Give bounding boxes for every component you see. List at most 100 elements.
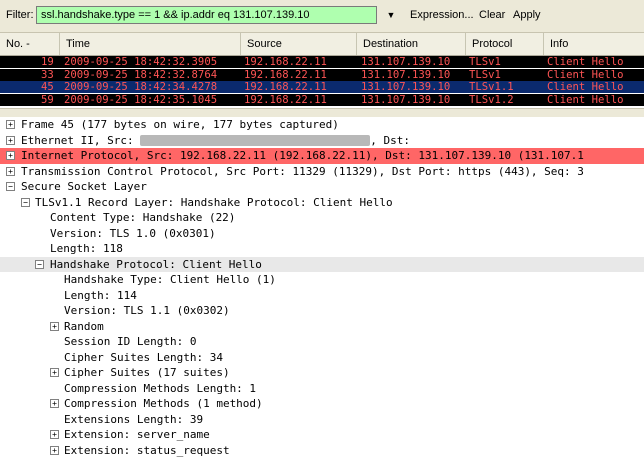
tree-item-extensions-length[interactable]: Extensions Length: 39 — [0, 412, 644, 428]
cell-protocol: TLSv1.2 — [469, 93, 514, 106]
cell-source: 192.168.22.11 — [244, 93, 327, 106]
clear-button[interactable]: Clear — [479, 9, 505, 21]
column-label: No. - — [6, 38, 30, 50]
tree-item-label: Frame 45 (177 bytes on wire, 177 bytes c… — [21, 118, 339, 131]
tree-item-content-type[interactable]: Content Type: Handshake (22) — [0, 210, 644, 226]
expand-icon[interactable]: + — [6, 166, 15, 176]
tree-item-label: Cipher Suites Length: 34 — [64, 350, 223, 364]
column-header-time[interactable]: Time — [60, 33, 241, 55]
tree-item-label: Handshake Protocol: Client Hello — [50, 257, 262, 271]
tree-item-ethernet[interactable]: + Ethernet II, Src: , Dst: — [0, 133, 644, 149]
column-header-destination[interactable]: Destination — [357, 33, 466, 55]
expression-button[interactable]: Expression... — [410, 9, 474, 21]
cell-time: 2009-09-25 18:42:32.3905 — [64, 56, 218, 68]
tree-item-label: Content Type: Handshake (22) — [50, 211, 236, 224]
tree-item-frame[interactable]: + Frame 45 (177 bytes on wire, 177 bytes… — [0, 117, 644, 133]
tree-item-label: Transmission Control Protocol, Src Port:… — [21, 164, 584, 178]
tree-item-label: Random — [64, 319, 104, 333]
tree-item-label: Version: TLS 1.1 (0x0302) — [64, 304, 230, 317]
expand-icon[interactable]: + — [50, 430, 59, 439]
column-label: Time — [66, 38, 91, 50]
collapse-icon[interactable]: − — [6, 182, 15, 191]
display-filter-input[interactable] — [36, 6, 377, 24]
packet-row[interactable]: 33 2009-09-25 18:42:32.8764 192.168.22.1… — [0, 68, 644, 81]
expand-icon[interactable]: + — [50, 399, 59, 408]
tree-item-ssl[interactable]: − Secure Socket Layer — [0, 179, 644, 195]
redacted-mac — [140, 135, 371, 146]
cell-source: 192.168.22.11 — [244, 56, 327, 68]
tree-item-label: Extensions Length: 39 — [64, 412, 204, 426]
tree-item-label: TLSv1.1 Record Layer: Handshake Protocol… — [35, 195, 393, 209]
tree-item-label: Length: 114 — [64, 288, 137, 302]
packet-row-selected[interactable]: 45 2009-09-25 18:42:34.4278 192.168.22.1… — [0, 81, 644, 93]
tree-item-label: Version: TLS 1.0 (0x0301) — [50, 226, 216, 240]
tree-item-session-id[interactable]: Session ID Length: 0 — [0, 334, 644, 350]
column-header-protocol[interactable]: Protocol — [466, 33, 544, 55]
packet-list: 19 2009-09-25 18:42:32.3905 192.168.22.1… — [0, 56, 644, 106]
packet-row[interactable]: 19 2009-09-25 18:42:32.3905 192.168.22.1… — [0, 56, 644, 68]
cell-source: 192.168.22.11 — [244, 68, 327, 81]
tree-item-handshake-version[interactable]: Version: TLS 1.1 (0x0302) — [0, 303, 644, 319]
tree-item-record-layer[interactable]: − TLSv1.1 Record Layer: Handshake Protoc… — [0, 195, 644, 211]
column-header-info[interactable]: Info — [544, 33, 644, 55]
column-header-source[interactable]: Source — [241, 33, 357, 55]
tree-item-compression-methods[interactable]: + Compression Methods (1 method) — [0, 396, 644, 412]
column-label: Source — [247, 38, 282, 50]
apply-button[interactable]: Apply — [513, 9, 541, 21]
cell-destination: 131.107.139.10 — [361, 93, 451, 106]
cell-destination: 131.107.139.10 — [361, 68, 451, 81]
expand-icon[interactable]: + — [6, 151, 15, 160]
expand-icon[interactable]: + — [50, 321, 59, 331]
tree-item-version[interactable]: Version: TLS 1.0 (0x0301) — [0, 226, 644, 242]
tree-item-label: Secure Socket Layer — [21, 180, 147, 193]
tree-item-compression-length[interactable]: Compression Methods Length: 1 — [0, 381, 644, 397]
tree-item-handshake[interactable]: − Handshake Protocol: Client Hello — [0, 256, 644, 272]
tree-item-label: Session ID Length: 0 — [64, 335, 197, 348]
tree-item-label: Extension: status_request — [64, 443, 230, 457]
expand-icon[interactable]: + — [6, 120, 15, 129]
tree-item-label: Internet Protocol, Src: 192.168.22.11 (1… — [21, 149, 584, 162]
tree-item-cipher-length[interactable]: Cipher Suites Length: 34 — [0, 350, 644, 366]
cell-info: Client Hello — [547, 81, 624, 93]
column-label: Protocol — [472, 38, 513, 50]
cell-protocol: TLSv1 — [469, 56, 501, 68]
column-label: Destination — [363, 38, 419, 50]
expand-icon[interactable]: + — [50, 368, 59, 377]
collapse-icon[interactable]: − — [21, 197, 30, 207]
tree-item-label: Ethernet II, Src: — [21, 133, 134, 147]
column-header-no[interactable]: No. - — [0, 33, 60, 55]
tree-item-ext-server-name[interactable]: + Extension: server_name — [0, 427, 644, 443]
cell-info: Client Hello — [547, 68, 624, 81]
tree-item-label: Compression Methods Length: 1 — [64, 381, 257, 395]
expand-icon[interactable]: + — [6, 135, 15, 145]
tree-item-ip[interactable]: + Internet Protocol, Src: 192.168.22.11 … — [0, 148, 644, 164]
column-label: Info — [550, 38, 569, 50]
packet-row[interactable]: 59 2009-09-25 18:42:35.1045 192.168.22.1… — [0, 93, 644, 106]
cell-no: 19 — [41, 56, 54, 68]
tree-item-label: Extension: server_name — [64, 428, 210, 441]
cell-no: 33 — [41, 68, 54, 81]
tree-item-tcp[interactable]: + Transmission Control Protocol, Src Por… — [0, 164, 644, 180]
collapse-icon[interactable]: − — [35, 259, 44, 269]
tree-item-ext-status-request[interactable]: + Extension: status_request — [0, 443, 644, 459]
tree-item-length[interactable]: Length: 118 — [0, 241, 644, 257]
cell-source: 192.168.22.11 — [244, 81, 327, 93]
filter-dropdown-icon[interactable]: ▼ — [384, 7, 398, 23]
packet-list-header: No. - Time Source Destination Protocol I… — [0, 33, 644, 56]
cell-destination: 131.107.139.10 — [361, 56, 451, 68]
filter-label: Filter: — [6, 9, 34, 21]
cell-info: Client Hello — [547, 56, 624, 68]
cell-protocol: TLSv1.1 — [469, 81, 514, 93]
expand-icon[interactable]: + — [50, 445, 59, 455]
cell-no: 59 — [41, 93, 54, 106]
tree-item-handshake-length[interactable]: Length: 114 — [0, 288, 644, 304]
packet-details-tree: + Frame 45 (177 bytes on wire, 177 bytes… — [0, 117, 644, 463]
tree-item-handshake-type[interactable]: Handshake Type: Client Hello (1) — [0, 272, 644, 288]
tree-item-label: Handshake Type: Client Hello (1) — [64, 273, 276, 286]
tree-item-cipher-suites[interactable]: + Cipher Suites (17 suites) — [0, 365, 644, 381]
filter-toolbar: Filter: ▼ Expression... Clear Apply — [0, 0, 644, 33]
tree-item-label-dst: , Dst: — [370, 133, 410, 147]
cell-no: 45 — [41, 81, 54, 93]
tree-item-random[interactable]: + Random — [0, 319, 644, 335]
cell-time: 2009-09-25 18:42:34.4278 — [64, 81, 218, 93]
